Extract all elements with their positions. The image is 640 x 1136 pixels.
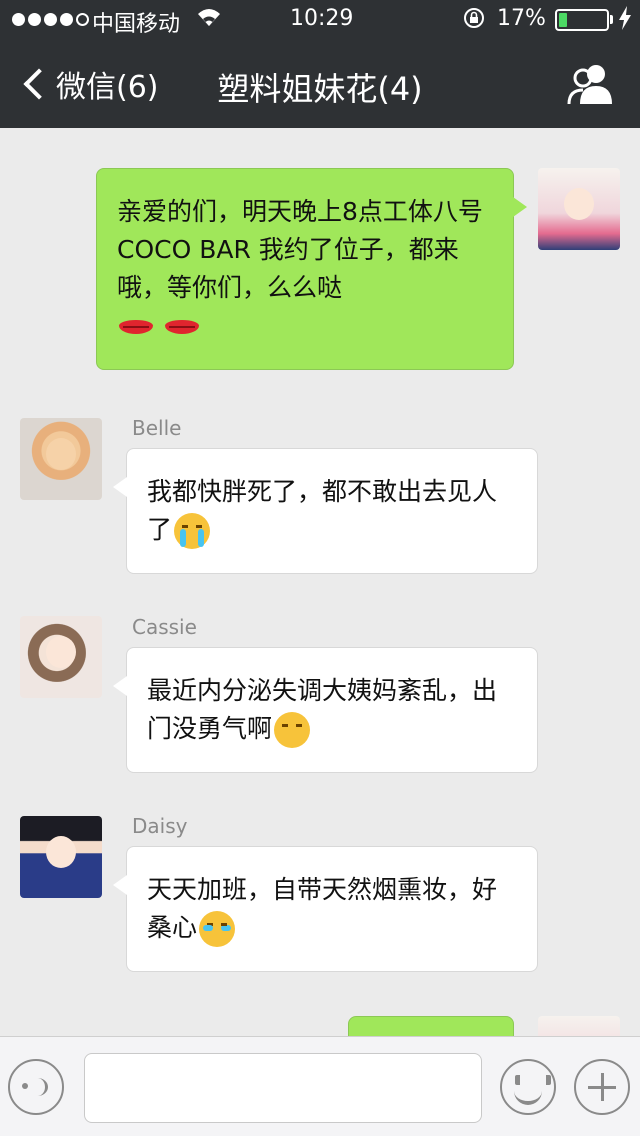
avatar-face	[46, 836, 76, 868]
sender-name: Cassie	[132, 615, 197, 639]
avatar-face	[564, 188, 594, 220]
clock: 10:29	[290, 6, 354, 31]
message-text: 最近内分泌失调大姨妈紊乱，出门没勇气啊	[147, 676, 498, 743]
emoji-button[interactable]	[500, 1059, 556, 1115]
avatar-belle[interactable]	[20, 418, 102, 500]
navigation-bar: 微信(6) 塑料姐妹花(4)	[0, 40, 640, 128]
lips-emoji-icon	[117, 310, 155, 344]
group-members-icon	[567, 65, 612, 105]
battery-percent: 17%	[497, 6, 546, 31]
battery-level	[559, 13, 567, 27]
chat-area[interactable]: 亲爱的们，明天晚上8点工体八号COCO BAR 我约了位子，都来哦，等你们，么么…	[0, 128, 640, 1036]
message-input[interactable]	[84, 1053, 482, 1123]
crying-face-emoji-icon	[174, 513, 211, 549]
battery-icon	[555, 9, 609, 31]
avatar-face	[46, 438, 76, 470]
charging-icon	[618, 6, 632, 36]
message-bubble-incoming[interactable]: 天天加班，自带天然烟熏妆，好桑心	[113, 846, 538, 972]
message-text: 亲爱的们，明天晚上8点工体八号COCO BAR 我约了位子，都来哦，等你们，么么…	[117, 197, 483, 302]
carrier-name: 中国移动	[92, 12, 181, 37]
sender-name: Daisy	[132, 814, 188, 838]
battery-tip	[610, 15, 613, 24]
back-button[interactable]: 微信(6)	[20, 62, 159, 106]
message-bubble-outgoing-partial[interactable]	[348, 1016, 514, 1036]
avatar-face	[46, 636, 76, 668]
status-bar: 中国移动 10:29 17%	[0, 0, 640, 40]
signal-strength-icon	[12, 13, 89, 26]
lips-emoji-icon	[163, 310, 201, 344]
message-bubble-outgoing[interactable]: 亲爱的们，明天晚上8点工体八号COCO BAR 我约了位子，都来哦，等你们，么么…	[96, 168, 527, 370]
message-bubble-incoming[interactable]: 最近内分泌失调大姨妈紊乱，出门没勇气啊	[113, 647, 538, 773]
back-label: 微信(6)	[56, 70, 159, 105]
message-bubble-incoming[interactable]: 我都快胖死了，都不敢出去见人了	[113, 448, 538, 574]
tears-face-emoji-icon	[199, 911, 236, 947]
my-avatar[interactable]	[538, 1016, 620, 1036]
top-bar: 中国移动 10:29 17% 微信(6) 塑料姐妹花(4)	[0, 0, 640, 128]
group-members-button[interactable]	[566, 62, 614, 106]
avatar-daisy[interactable]	[20, 816, 102, 898]
voice-button[interactable]	[8, 1059, 64, 1115]
avatar-cassie[interactable]	[20, 616, 102, 698]
sender-name: Belle	[132, 416, 182, 440]
wifi-icon	[196, 6, 222, 34]
input-toolbar	[0, 1036, 640, 1136]
more-button[interactable]	[574, 1059, 630, 1115]
sad-face-emoji-icon	[274, 712, 311, 748]
rotation-lock-icon	[462, 6, 486, 36]
chevron-left-icon	[23, 68, 55, 100]
my-avatar[interactable]	[538, 168, 620, 250]
